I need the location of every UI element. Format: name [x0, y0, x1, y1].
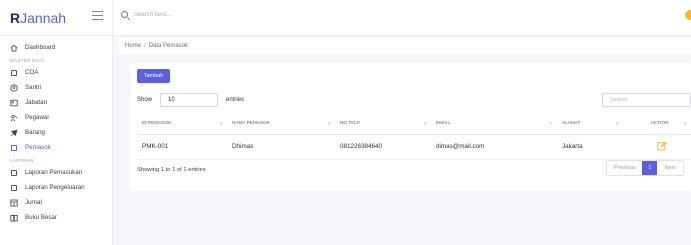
- document-icon: [10, 169, 18, 177]
- book-icon: [10, 214, 18, 222]
- sort-icon: ⇅: [615, 121, 619, 126]
- global-search-input[interactable]: [134, 11, 254, 18]
- column-header-id[interactable]: ID PEMASOK ⇅: [137, 112, 227, 135]
- home-icon: [10, 44, 18, 52]
- sidebar: R Jannah Dashboard MASTER DATA COA Santri…: [0, 0, 113, 245]
- sidebar-item-label: Laporan Pengeluaran: [25, 184, 85, 191]
- sidebar-item-laporan-pemasukan[interactable]: Laporan Pemasukan: [0, 167, 112, 178]
- document-icon: [10, 144, 18, 152]
- pagination-page-current[interactable]: 1: [642, 161, 658, 175]
- sidebar-item-laporan-pengeluaran[interactable]: Laporan Pengeluaran: [0, 182, 112, 193]
- cell-action: [623, 134, 691, 160]
- sidebar-item-pegawai[interactable]: Pegawai: [0, 112, 112, 123]
- sidebar-item-jabatan[interactable]: Jabatan: [0, 97, 112, 108]
- sidebar-item-label: Laporan Pemasukan: [25, 169, 83, 176]
- pagination: Previous 1 Next: [606, 160, 684, 176]
- brand-initial: R: [10, 9, 21, 26]
- global-search: [121, 11, 254, 18]
- sidebar-item-pemasok[interactable]: Pemasok: [0, 142, 112, 153]
- users-icon: [10, 114, 18, 122]
- edit-icon[interactable]: [657, 141, 667, 151]
- ledger-icon: [10, 199, 18, 207]
- table-info: Showing 1 to 1 of 1 entries: [137, 167, 206, 173]
- column-header-phone[interactable]: NO TELP ⇅: [335, 112, 431, 135]
- pagination-previous[interactable]: Previous: [607, 161, 642, 175]
- menu-toggle-icon[interactable]: [92, 11, 103, 20]
- sidebar-item-santri[interactable]: Santri: [0, 82, 112, 93]
- user-circle-icon: [10, 83, 18, 92]
- column-header-action[interactable]: ACTION ⇅: [623, 112, 691, 135]
- supplier-table: ID PEMASOK ⇅ NAMA PEMASOK ⇅ NO TELP ⇅ EMAIL…: [137, 112, 691, 160]
- sidebar-item-label: Pemasok: [25, 144, 51, 151]
- add-supplier-button[interactable]: Tambah: [137, 69, 170, 83]
- sidebar-item-label: Barang: [25, 129, 45, 136]
- sidebar-item-label: Jurnal: [25, 199, 42, 206]
- table-row: PMK-001 Dhimas 081226384640 dimas@mail.c…: [137, 134, 691, 160]
- sort-icon: ⇅: [683, 121, 687, 126]
- breadcrumb-separator: /: [144, 43, 146, 49]
- sort-icon: ⇅: [423, 121, 427, 126]
- entries-select[interactable]: 10: [160, 93, 219, 107]
- table-header-row: ID PEMASOK ⇅ NAMA PEMASOK ⇅ NO TELP ⇅ EMAIL…: [137, 112, 691, 135]
- sidebar-nav: Dashboard MASTER DATA COA Santri Jabatan…: [0, 36, 112, 223]
- search-icon: [121, 11, 128, 18]
- sidebar-item-coa[interactable]: COA: [0, 67, 112, 78]
- cell-phone: 081226384640: [335, 134, 431, 160]
- entries-label: entries: [226, 97, 245, 103]
- show-label: Show: [137, 97, 153, 103]
- sidebar-item-label: Dashboard: [25, 44, 56, 51]
- sidebar-item-label: Pegawai: [25, 114, 49, 121]
- sidebar-item-label: COA: [25, 69, 39, 76]
- top-bar: [113, 0, 691, 36]
- section-heading-master-data: MASTER DATA: [10, 58, 45, 63]
- brand-name: Jannah: [20, 9, 67, 26]
- breadcrumb: Home / Data Pemasok: [119, 38, 691, 54]
- tag-icon: [10, 129, 18, 137]
- section-heading-laporan: LAPORAN: [10, 158, 34, 163]
- column-header-name[interactable]: NAMA PEMASOK ⇅: [227, 112, 335, 135]
- id-card-icon: [10, 99, 18, 107]
- sidebar-item-label: Santri: [25, 84, 42, 91]
- column-header-email[interactable]: EMAIL ⇅: [431, 112, 557, 135]
- cell-id: PMK-001: [137, 134, 227, 160]
- column-header-address[interactable]: ALAMAT ⇅: [557, 112, 623, 135]
- supplier-card: Tambah Show 10 entries ID PEMASOK⇅ NAMA …: [130, 63, 691, 191]
- sort-icon: ⇅: [327, 121, 331, 126]
- sidebar-item-label: Buku Besar: [25, 214, 57, 221]
- cell-address: Jakarta: [557, 134, 623, 160]
- pagination-next[interactable]: Next: [657, 161, 682, 175]
- sidebar-item-label: Jabatan: [25, 99, 48, 106]
- breadcrumb-current: Data Pemasok: [148, 43, 189, 49]
- sidebar-item-barang[interactable]: Barang: [0, 127, 112, 138]
- table-search-input[interactable]: [602, 93, 691, 107]
- breadcrumb-home-link[interactable]: Home: [125, 43, 141, 49]
- sidebar-item-buku-besar[interactable]: Buku Besar: [0, 212, 112, 223]
- cell-name: Dhimas: [227, 134, 335, 160]
- document-icon: [10, 69, 18, 77]
- sort-icon: ⇅: [549, 121, 553, 126]
- sidebar-item-dashboard[interactable]: Dashboard: [0, 42, 112, 53]
- cell-email: dimas@mail.com: [431, 134, 557, 160]
- sort-icon: ⇅: [219, 121, 223, 126]
- sidebar-item-jurnal[interactable]: Jurnal: [0, 197, 112, 208]
- entries-length-control: Show 10 entries: [137, 93, 244, 107]
- user-avatar[interactable]: [685, 10, 691, 20]
- document-icon: [10, 184, 18, 192]
